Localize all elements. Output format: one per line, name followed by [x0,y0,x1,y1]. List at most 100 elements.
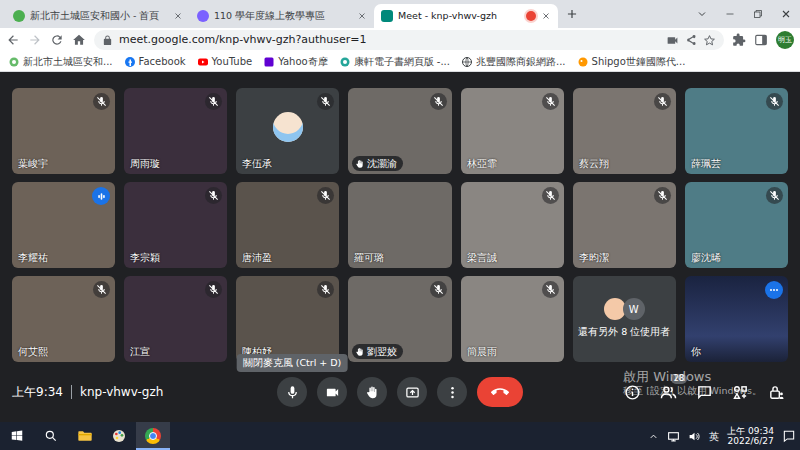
participant-tile[interactable]: 羅可璐 [348,182,451,268]
participant-tile[interactable]: 廖沈晞 [685,182,788,268]
people-icon[interactable]: 28 [656,380,680,404]
participant-name: 沈灝渝 [352,156,403,171]
bookmark-label[interactable]: YouTube [212,54,253,69]
bookmark-item[interactable]: 康軒電子書網頁版 -... [339,54,450,69]
muted-mic-icon [205,187,222,204]
notification-center-icon[interactable] [782,429,796,443]
close-window-icon[interactable] [772,2,800,26]
bookmark-label[interactable]: 新北市土城區安和... [23,54,113,69]
home-icon[interactable] [72,33,86,47]
name-text: 劉翌姣 [367,345,397,358]
raise-hand-icon[interactable] [357,377,387,407]
bookmark-item[interactable]: Shipgo世鐘國際代... [577,54,686,69]
participant-tile[interactable]: 李昀潔 [573,182,676,268]
search-icon[interactable] [34,422,68,450]
close-icon[interactable] [357,11,367,21]
bookmark-item[interactable]: YouTube [197,54,253,69]
bookmark-label[interactable]: 兆豐國際商銀網路... [476,54,566,69]
more-options-icon[interactable] [437,377,467,407]
others-count-label: 還有另外 8 位使用者 [578,325,670,339]
participant-name: 簡晨雨 [467,345,497,358]
chrome-taskbar-item[interactable] [136,422,170,450]
host-controls-icon[interactable] [764,380,788,404]
participant-tile[interactable]: 唐沛盈 [236,182,339,268]
bookmark-item[interactable]: Facebook [124,54,186,69]
show-hidden-icons-icon[interactable] [648,431,659,442]
muted-mic-icon [93,281,110,298]
participant-tile[interactable]: 劉翌姣 [348,276,451,362]
restore-icon[interactable] [744,2,772,26]
file-explorer-icon[interactable] [68,422,102,450]
extensions-puzzle-icon[interactable] [732,33,746,47]
more-options-icon[interactable] [765,281,783,299]
camera-icon[interactable] [317,377,347,407]
network-icon[interactable] [667,430,680,443]
forward-arrow-icon[interactable] [28,33,42,47]
bookmark-item[interactable]: 兆豐國際商銀網路... [461,54,566,69]
participant-tile[interactable]: 李伍承 [236,88,339,174]
profile-button[interactable]: 明玉 [776,31,794,49]
chat-icon[interactable] [692,380,716,404]
participant-tile[interactable]: 江宣 [124,276,227,362]
participant-tile[interactable]: 梁言誠 [461,182,564,268]
bookmark-star-icon[interactable] [703,34,716,47]
side-panel-buttons: 28 [523,380,788,404]
muted-mic-icon [93,93,110,110]
present-screen-icon[interactable] [397,377,427,407]
bookmark-label[interactable]: Facebook [139,54,186,69]
new-tab-icon[interactable] [558,2,586,26]
microphone-icon[interactable]: 關閉麥克風 (Ctrl + D) [277,377,307,407]
raised-hand-icon [355,159,365,169]
meeting-time: 上午9:34 [12,383,63,401]
windows-start-icon[interactable] [0,422,34,450]
paint-icon[interactable] [102,422,136,450]
participant-tile[interactable]: 薛珮芸 [685,88,788,174]
participant-tile[interactable]: 何艾熙 [12,276,115,362]
camera-permission-icon[interactable] [666,34,679,47]
self-tile[interactable]: 你 [685,276,788,362]
browser-tab[interactable]: 110 學年度線上教學專區 [190,4,374,28]
bookmark-label[interactable]: 康軒電子書網頁版 -... [354,54,450,69]
participant-tile[interactable]: 周雨璇 [124,88,227,174]
bookmark-item[interactable]: 新北市土城區安和... [8,54,113,69]
bookmarks-bar: 新北市土城區安和... Facebook YouTube Yahoo奇摩 康軒電子書網頁… [0,52,800,72]
participant-tile[interactable]: W 還有另外 8 位使用者 [573,276,676,362]
browser-tab[interactable]: Meet - knp-vhwv-gzh [374,4,558,28]
participant-tile[interactable]: 葉峻宇 [12,88,115,174]
participant-name: 李昀潔 [579,251,609,264]
participant-tile[interactable]: 林亞霏 [461,88,564,174]
address-bar[interactable]: meet.google.com/knp-vhwv-gzh?authuser=1 [94,30,724,50]
share-icon[interactable] [685,34,697,46]
activities-icon[interactable] [728,380,752,404]
clock[interactable]: 上午 09:342022/6/27 [727,426,774,447]
publisher-icon [339,56,351,68]
minimize-icon[interactable] [716,2,744,26]
bookmark-item[interactable]: Yahoo奇摩 [263,54,327,69]
side-panel-icon[interactable] [754,33,768,47]
bookmark-label[interactable]: Yahoo奇摩 [278,54,327,69]
participant-tile[interactable]: 簡晨雨 [461,276,564,362]
bookmark-label[interactable]: Shipgo世鐘國際代... [592,54,686,69]
tab-search-chevron-icon[interactable] [688,2,716,26]
close-icon[interactable] [173,11,183,21]
activation-watermark: 啟用 Windows移至 [設定] 以啟用 Windows。 [623,369,762,397]
reload-icon[interactable] [50,33,64,47]
muted-mic-icon [205,281,222,298]
browser-tab[interactable]: 新北市土城區安和國小 - 首頁 [6,4,190,28]
end-call-icon[interactable] [477,377,523,407]
lock-icon[interactable] [102,35,113,46]
participant-tile[interactable]: 蔡云翔 [573,88,676,174]
muted-mic-icon [430,93,447,110]
close-icon[interactable] [541,11,551,21]
participant-tile[interactable]: 沈灝渝 [348,88,451,174]
participant-tile[interactable]: 李宗穎 [124,182,227,268]
input-method-indicator[interactable]: 英 [709,429,719,444]
avatar-letter: W [623,298,645,320]
participant-tile[interactable]: 李耀祐 [12,182,115,268]
participant-tile[interactable]: 陳柏妤 [236,276,339,362]
tooltip: 關閉麥克風 (Ctrl + D) [237,354,348,372]
back-arrow-icon[interactable] [6,33,20,47]
volume-icon[interactable] [688,430,701,443]
meeting-info-icon[interactable] [620,380,644,404]
address-text[interactable]: meet.google.com/knp-vhwv-gzh?authuser=1 [119,32,660,49]
